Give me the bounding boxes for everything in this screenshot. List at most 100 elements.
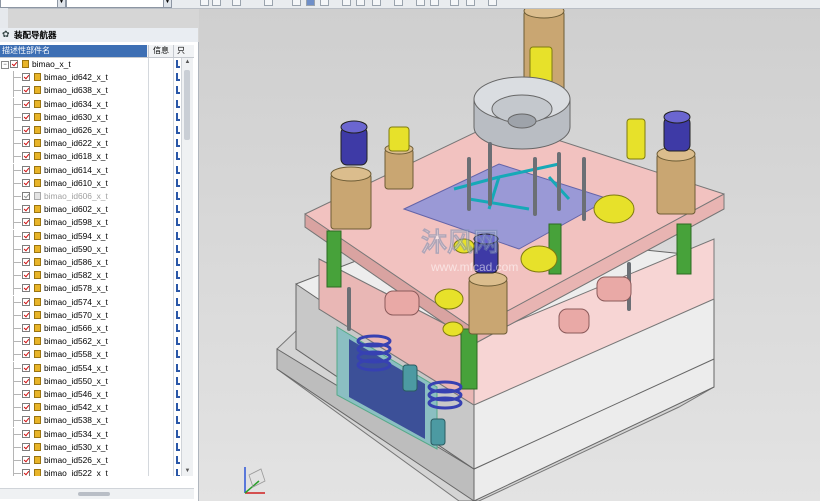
tree-row[interactable]: bimao_id638_x_t xyxy=(0,84,180,98)
visibility-checkbox[interactable] xyxy=(22,390,30,398)
visibility-checkbox[interactable] xyxy=(22,376,30,385)
toolbar-button-1[interactable] xyxy=(200,0,209,6)
tree-row[interactable]: bimao_id598_x_t xyxy=(0,216,180,230)
tree-row[interactable]: bimao_id554_x_t xyxy=(0,361,180,375)
tree-row[interactable]: bimao_id642_x_t xyxy=(0,71,180,85)
tree-row[interactable]: bimao_id578_x_t xyxy=(0,282,180,296)
visibility-checkbox[interactable] xyxy=(22,244,30,253)
visibility-checkbox[interactable] xyxy=(22,416,30,425)
visibility-checkbox[interactable] xyxy=(22,126,30,134)
horizontal-scrollbar[interactable] xyxy=(0,488,194,499)
visibility-checkbox[interactable] xyxy=(22,324,30,332)
toolbar-button-5[interactable] xyxy=(292,0,301,6)
tree-row[interactable]: bimao_id606_x_t xyxy=(0,190,180,203)
tree-row[interactable]: bimao_id614_x_t xyxy=(0,163,180,177)
tree-row[interactable]: bimao_id542_x_t xyxy=(0,401,180,415)
visibility-checkbox[interactable] xyxy=(22,337,30,346)
visibility-checkbox[interactable] xyxy=(22,192,30,200)
visibility-checkbox[interactable] xyxy=(22,403,30,412)
tree-row[interactable]: bimao_id530_x_t xyxy=(0,440,180,454)
visibility-checkbox[interactable] xyxy=(22,218,30,227)
toolbar-button-14[interactable] xyxy=(450,0,459,6)
tree-row[interactable]: bimao_id546_x_t xyxy=(0,388,180,401)
tree-row[interactable]: bimao_id594_x_t xyxy=(0,229,180,243)
tree-item-label: bimao_id622_x_t xyxy=(44,138,108,149)
toolbar-button-2[interactable] xyxy=(212,0,221,6)
tree-row[interactable]: bimao_id610_x_t xyxy=(0,176,180,190)
info-icon xyxy=(176,99,180,108)
visibility-checkbox[interactable] xyxy=(22,363,30,372)
toolbar-button-11[interactable] xyxy=(394,0,403,6)
visibility-checkbox[interactable] xyxy=(22,205,30,214)
visibility-checkbox[interactable] xyxy=(22,112,30,121)
scrollbar-thumb[interactable] xyxy=(184,70,190,140)
render-style-button[interactable] xyxy=(306,0,315,6)
tree-row[interactable]: bimao_id522_x_t xyxy=(0,467,180,476)
tree-row[interactable]: bimao_id558_x_t xyxy=(0,348,180,362)
visibility-checkbox[interactable] xyxy=(22,456,30,464)
visibility-checkbox[interactable] xyxy=(22,86,30,95)
visibility-checkbox[interactable] xyxy=(10,60,18,68)
tree-row[interactable]: bimao_id534_x_t xyxy=(0,427,180,441)
toolbar-button-3[interactable] xyxy=(232,0,241,6)
chevron-down-icon[interactable]: ▼ xyxy=(57,0,65,7)
column-header-info[interactable]: 信息 xyxy=(148,45,173,57)
visibility-checkbox[interactable] xyxy=(22,350,30,359)
toolbar-button-16[interactable] xyxy=(488,0,497,6)
visibility-checkbox[interactable] xyxy=(22,310,30,319)
tree-row[interactable]: bimao_id618_x_t xyxy=(0,150,180,164)
visibility-checkbox[interactable] xyxy=(22,139,30,148)
visibility-checkbox[interactable] xyxy=(22,442,30,451)
toolbar-button-13[interactable] xyxy=(430,0,439,6)
selection-filter-combo[interactable]: ▼ xyxy=(0,0,66,8)
gear-icon[interactable]: ✿ xyxy=(2,29,10,40)
scroll-down-icon[interactable]: ▼ xyxy=(182,467,193,476)
visibility-checkbox[interactable] xyxy=(22,469,30,476)
tree-row[interactable]: bimao_id574_x_t xyxy=(0,295,180,309)
visibility-checkbox[interactable] xyxy=(22,231,30,240)
tree-row[interactable]: bimao_id562_x_t xyxy=(0,335,180,349)
tree-row[interactable]: bimao_id590_x_t xyxy=(0,242,180,256)
tree-row[interactable]: bimao_id538_x_t xyxy=(0,414,180,428)
tree-row[interactable]: bimao_id582_x_t xyxy=(0,269,180,283)
tree-row[interactable]: bimao_id570_x_t xyxy=(0,308,180,322)
visibility-checkbox[interactable] xyxy=(22,152,30,161)
column-header-name[interactable]: 描述性部件名 xyxy=(0,45,147,57)
vertical-scrollbar[interactable]: ▲ ▼ xyxy=(181,58,193,476)
toolbar-button-10[interactable] xyxy=(372,0,381,6)
tree-row[interactable]: bimao_id634_x_t xyxy=(0,97,180,111)
tree-row[interactable]: bimao_id602_x_t xyxy=(0,203,180,217)
visibility-checkbox[interactable] xyxy=(22,284,30,293)
tree-row[interactable]: bimao_id566_x_t xyxy=(0,322,180,335)
visibility-checkbox[interactable] xyxy=(22,429,30,438)
toolbar-button-15[interactable] xyxy=(466,0,475,6)
column-header-only[interactable]: 只 xyxy=(173,45,188,57)
tree-row[interactable]: bimao_id630_x_t xyxy=(0,110,180,124)
visibility-checkbox[interactable] xyxy=(22,99,30,108)
toolbar-button-8[interactable] xyxy=(342,0,351,6)
collapse-icon[interactable]: − xyxy=(1,61,9,69)
mold-assembly-model[interactable]: 沐风网 www.mfcad.com xyxy=(199,9,820,501)
scroll-up-icon[interactable]: ▲ xyxy=(182,58,193,67)
tree-row[interactable]: bimao_id586_x_t xyxy=(0,256,180,269)
chevron-down-icon[interactable]: ▼ xyxy=(163,0,171,7)
tree-row[interactable]: bimao_id550_x_t xyxy=(0,374,180,388)
tree-row[interactable]: bimao_id526_x_t xyxy=(0,454,180,467)
toolbar-button-7[interactable] xyxy=(320,0,329,6)
scope-combo[interactable]: ▼ xyxy=(66,0,172,8)
tree-row-root[interactable]: − bimao_x_t xyxy=(0,58,180,71)
visibility-checkbox[interactable] xyxy=(22,271,30,280)
visibility-checkbox[interactable] xyxy=(22,73,30,82)
tree-row[interactable]: bimao_id626_x_t xyxy=(0,124,180,137)
toolbar-button-12[interactable] xyxy=(416,0,425,6)
visibility-checkbox[interactable] xyxy=(22,297,30,306)
scrollbar-thumb[interactable] xyxy=(78,492,110,496)
graphics-window[interactable]: 沐风网 www.mfcad.com xyxy=(199,9,820,501)
visibility-checkbox[interactable] xyxy=(22,258,30,266)
toolbar-button-9[interactable] xyxy=(356,0,365,6)
column-header: 描述性部件名 信息 只 xyxy=(0,45,194,58)
visibility-checkbox[interactable] xyxy=(22,165,30,174)
tree-row[interactable]: bimao_id622_x_t xyxy=(0,137,180,151)
toolbar-button-4[interactable] xyxy=(264,0,273,6)
visibility-checkbox[interactable] xyxy=(22,178,30,187)
